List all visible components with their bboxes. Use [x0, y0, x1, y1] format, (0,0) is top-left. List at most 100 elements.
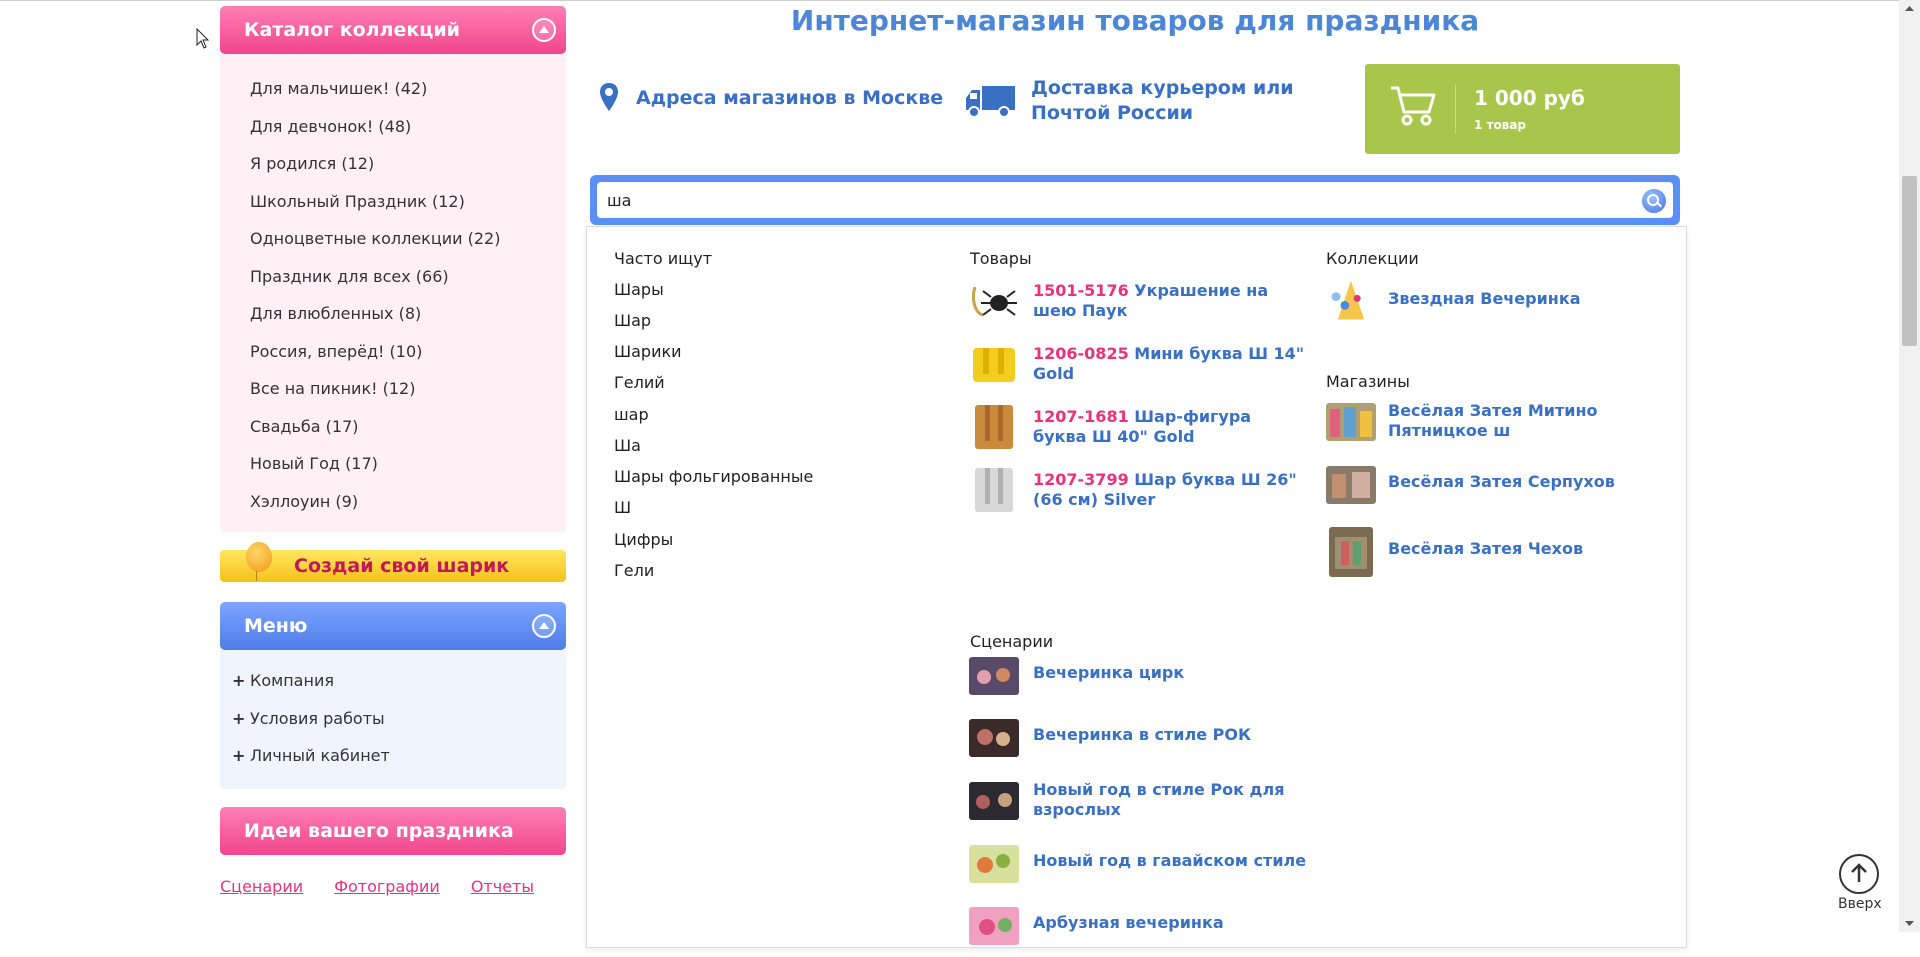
catalog-item[interactable]: Для мальчишек! (42) [220, 70, 566, 108]
catalog-item[interactable]: Праздник для всех (66) [220, 258, 566, 296]
collection-result[interactable]: Звездная Вечеринка [1326, 279, 1656, 329]
menu-item-label: Компания [250, 671, 334, 690]
product-text: 1207-3799 Шар буква Ш 26" (66 см) Silver [1033, 470, 1309, 510]
catalog-item[interactable]: Хэллоуин (9) [220, 483, 566, 521]
ideas-link-reports[interactable]: Отчеты [471, 877, 534, 896]
cart-widget[interactable]: 1 000 руб 1 товар [1365, 64, 1680, 154]
ideas-link-scenarios[interactable]: Сценарии [220, 877, 303, 896]
shopping-cart-icon [1391, 86, 1436, 126]
silver-letter-balloon-thumbnail [975, 468, 1013, 512]
arrow-up-icon [1851, 863, 1867, 882]
catalog-item[interactable]: Для девчонок! (48) [220, 108, 566, 146]
catalog-item[interactable]: Новый Год (17) [220, 445, 566, 483]
collection-thumbnail [1331, 280, 1365, 320]
shop-photo-thumbnail [1326, 466, 1376, 504]
menu-header[interactable]: Меню [220, 602, 566, 650]
shop-label: Весёлая Затея Чехов [1388, 539, 1584, 558]
cart-price: 1 000 руб [1474, 86, 1585, 110]
delivery-link-line1: Доставка курьером или [1031, 77, 1294, 99]
catalog-item[interactable]: Одноцветные коллекции (22) [220, 220, 566, 258]
plus-icon: + [232, 708, 246, 728]
collapse-up-icon[interactable] [532, 614, 556, 638]
scenario-label: Вечеринка в стиле РОК [1033, 725, 1252, 744]
page-scrollbar[interactable] [1899, 0, 1920, 932]
mouse-cursor-icon [196, 28, 210, 49]
suggestion-item[interactable]: Гелий [614, 373, 665, 392]
catalog-title: Каталог коллекций [244, 19, 460, 41]
balloon-icon [246, 542, 272, 581]
catalog-item[interactable]: Все на пикник! (12) [220, 370, 566, 408]
catalog-item[interactable]: Я родился (12) [220, 145, 566, 183]
collections-title: Коллекции [1326, 249, 1419, 268]
frequent-title: Часто ищут [614, 249, 713, 268]
menu-item-account[interactable]: + Личный кабинет [220, 737, 566, 775]
menu-item-terms[interactable]: + Условия работы [220, 700, 566, 738]
ideas-panel: Идеи вашего праздника Сценарии Фотографи… [220, 806, 566, 896]
shop-photo-thumbnail [1329, 527, 1373, 577]
scenario-result[interactable]: Арбузная вечеринка [969, 907, 1309, 957]
product-result[interactable]: 1207-1681 Шар-фигура буква Ш 40" Gold [969, 405, 1309, 455]
scenario-result[interactable]: Вечеринка цирк [969, 657, 1309, 707]
catalog-item[interactable]: Школьный Праздник (12) [220, 183, 566, 221]
search-input[interactable] [597, 182, 1673, 218]
product-text: 1206-0825 Мини буква Ш 14" Gold [1033, 344, 1309, 384]
catalog-item[interactable]: Для влюбленных (8) [220, 295, 566, 333]
shop-result[interactable]: Весёлая Затея Митино Пятницкое ш [1326, 401, 1656, 453]
scenario-result[interactable]: Новый год в гавайском стиле [969, 845, 1309, 895]
scroll-to-top-button[interactable] [1839, 854, 1879, 894]
menu-item-label: Условия работы [250, 708, 385, 728]
truck-icon [966, 86, 1015, 118]
scenario-result[interactable]: Новый год в стиле Рок для взрослых [969, 780, 1309, 832]
catalog-header[interactable]: Каталог коллекций [220, 6, 566, 54]
map-pin-icon [600, 83, 618, 111]
delivery-link[interactable]: Доставка курьером или Почтой России [1031, 76, 1294, 126]
scroll-down-arrow-icon[interactable] [1899, 915, 1920, 932]
suggestion-item[interactable]: Цифры [614, 530, 673, 549]
catalog-list: Для мальчишек! (42) Для девчонок! (48) Я… [220, 54, 566, 532]
ideas-links: Сценарии Фотографии Отчеты [220, 877, 566, 896]
product-sku: 1207-1681 [1033, 407, 1129, 426]
menu-panel: Меню + Компания + Условия работы + Личный к… [220, 602, 566, 789]
scroll-to-top-label[interactable]: Вверх [1838, 896, 1882, 912]
menu-list: + Компания + Условия работы + Личный кабине… [220, 650, 566, 789]
suggestion-item[interactable]: Гели [614, 561, 654, 580]
shops-title: Магазины [1326, 372, 1410, 391]
catalog-item[interactable]: Свадьба (17) [220, 408, 566, 446]
suggestion-item[interactable]: шар [614, 405, 649, 424]
site-title: Интернет-магазин товаров для праздника [790, 4, 1480, 37]
sidebar: Каталог коллекций Для мальчишек! (42) Дл… [220, 6, 566, 896]
plus-icon: + [232, 746, 246, 765]
search-icon[interactable] [1642, 189, 1666, 213]
product-result[interactable]: 1206-0825 Мини буква Ш 14" Gold [969, 342, 1309, 392]
spider-necklace-thumbnail [969, 279, 1019, 323]
menu-item-company[interactable]: + Компания [220, 662, 566, 700]
shop-photo-thumbnail [1326, 403, 1376, 441]
product-result[interactable]: 1207-3799 Шар буква Ш 26" (66 см) Silver [969, 468, 1309, 518]
shop-result[interactable]: Весёлая Затея Серпухов [1326, 466, 1656, 516]
scroll-up-arrow-icon[interactable] [1899, 0, 1920, 17]
scrollbar-thumb[interactable] [1902, 176, 1917, 346]
product-sku: 1207-3799 [1033, 470, 1129, 489]
suggestion-item[interactable]: Шары фольгированные [614, 467, 813, 486]
suggestion-item[interactable]: Ша [614, 436, 641, 455]
suggestion-item[interactable]: Шары [614, 280, 664, 299]
stores-link[interactable]: Адреса магазинов в Москве [636, 86, 943, 111]
ideas-header[interactable]: Идеи вашего праздника [220, 806, 566, 855]
product-result[interactable]: 1501-5176 Украшение на шею Паук [969, 279, 1309, 329]
product-text: 1207-1681 Шар-фигура буква Ш 40" Gold [1033, 407, 1309, 447]
suggestion-item[interactable]: Шар [614, 311, 651, 330]
suggestion-item[interactable]: Ш [614, 498, 631, 517]
create-balloon-banner[interactable]: Создай свой шарик [220, 542, 566, 582]
collection-label: Звездная Вечеринка [1388, 289, 1581, 308]
scenario-photo-thumbnail [969, 907, 1019, 945]
collapse-up-icon[interactable] [532, 18, 556, 42]
scenarios-title: Сценарии [970, 632, 1054, 651]
menu-item-label: Личный кабинет [250, 746, 390, 765]
products-title: Товары [970, 249, 1032, 268]
shop-result[interactable]: Весёлая Затея Чехов [1326, 527, 1656, 577]
scenario-result[interactable]: Вечеринка в стиле РОК [969, 719, 1309, 769]
ideas-link-photos[interactable]: Фотографии [334, 877, 440, 896]
suggestion-item[interactable]: Шарики [614, 342, 682, 361]
catalog-item[interactable]: Россия, вперёд! (10) [220, 333, 566, 371]
product-sku: 1501-5176 [1033, 281, 1129, 300]
